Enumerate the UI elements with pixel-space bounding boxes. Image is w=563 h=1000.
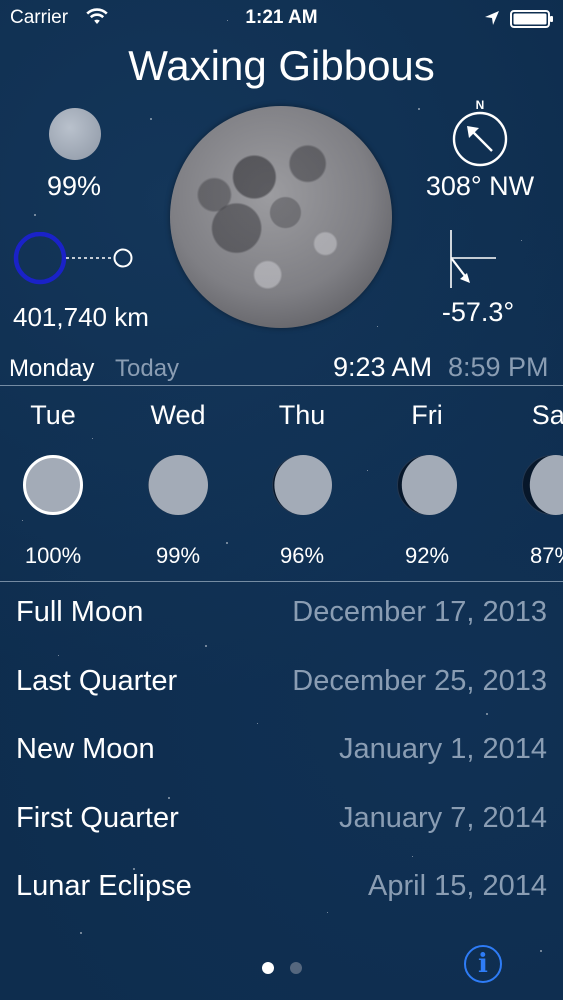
altitude-angle-icon (450, 230, 496, 288)
forecast-moon-icon (522, 455, 563, 515)
illumination-moon-icon (49, 108, 101, 160)
info-button[interactable]: i (464, 945, 502, 983)
status-bar: Carrier 1:21 AM (0, 0, 563, 36)
location-arrow-icon (485, 11, 499, 25)
forecast-day[interactable]: Thu 96% (247, 388, 357, 580)
forecast-moon-icon (23, 455, 83, 515)
forecast-illumination: 87% (529, 543, 563, 568)
event-name: Full Moon (16, 596, 144, 628)
moon-image (170, 106, 392, 328)
moon-phase-title: Waxing Gibbous (128, 42, 435, 89)
forecast-illumination: 96% (279, 543, 325, 568)
forecast-illumination: 99% (155, 543, 201, 568)
distance-diagram-icon (13, 232, 133, 285)
event-name: New Moon (16, 733, 155, 765)
selected-day-name: Monday (9, 355, 95, 382)
distance-value: 401,740 km (13, 302, 149, 332)
forecast-moon-icon (397, 455, 457, 515)
event-row[interactable]: Lunar Eclipse April 15, 2014 (0, 856, 563, 924)
today-label: Today (115, 355, 180, 382)
event-name: First Quarter (16, 802, 179, 834)
forecast-moon-icon (272, 455, 332, 515)
event-date: December 25, 2013 (292, 665, 547, 697)
page-dot[interactable] (290, 962, 302, 974)
divider (0, 385, 563, 386)
event-row[interactable]: First Quarter January 7, 2014 (0, 788, 563, 856)
event-row[interactable]: Last Quarter December 25, 2013 (0, 651, 563, 719)
event-date: January 7, 2014 (339, 802, 547, 834)
forecast-day-label: Thu (278, 400, 326, 430)
event-date: April 15, 2014 (368, 870, 547, 902)
forecast-day-label: Sat (531, 400, 563, 430)
forecast-day-label: Tue (30, 400, 76, 430)
event-name: Last Quarter (16, 665, 178, 697)
battery-icon (510, 10, 553, 28)
event-name: Lunar Eclipse (16, 870, 192, 902)
event-row[interactable]: Full Moon December 17, 2013 (0, 582, 563, 650)
forecast-illumination: 100% (24, 543, 82, 568)
forecast-illumination: 92% (404, 543, 450, 568)
moonrise-time: 9:23 AM (333, 352, 433, 382)
illumination-value: 99% (46, 171, 102, 201)
compass-icon: N (452, 98, 508, 167)
forecast-day-label: Wed (150, 400, 206, 430)
page-dot-active[interactable] (262, 962, 274, 974)
forecast-strip[interactable]: Tue 100% Wed 99% Thu 96% Fri 92% Sat 87% (0, 388, 563, 580)
event-row[interactable]: New Moon January 1, 2014 (0, 719, 563, 787)
info-icon: i (478, 949, 488, 979)
altitude-value: -57.3° (441, 297, 515, 327)
forecast-day-label: Fri (411, 400, 443, 430)
forecast-day[interactable]: Sat 87% (497, 388, 563, 580)
status-time: 1:21 AM (245, 7, 318, 28)
event-date: December 17, 2013 (292, 596, 547, 628)
moonset-time: 8:59 PM (448, 352, 549, 382)
compass-north-label: N (476, 98, 485, 112)
forecast-day[interactable]: Wed 99% (123, 388, 233, 580)
forecast-day[interactable]: Tue 100% (0, 388, 108, 580)
event-date: January 1, 2014 (339, 733, 547, 765)
azimuth-value: 308° NW (425, 171, 535, 201)
forecast-moon-icon (148, 455, 208, 515)
forecast-day[interactable]: Fri 92% (372, 388, 482, 580)
